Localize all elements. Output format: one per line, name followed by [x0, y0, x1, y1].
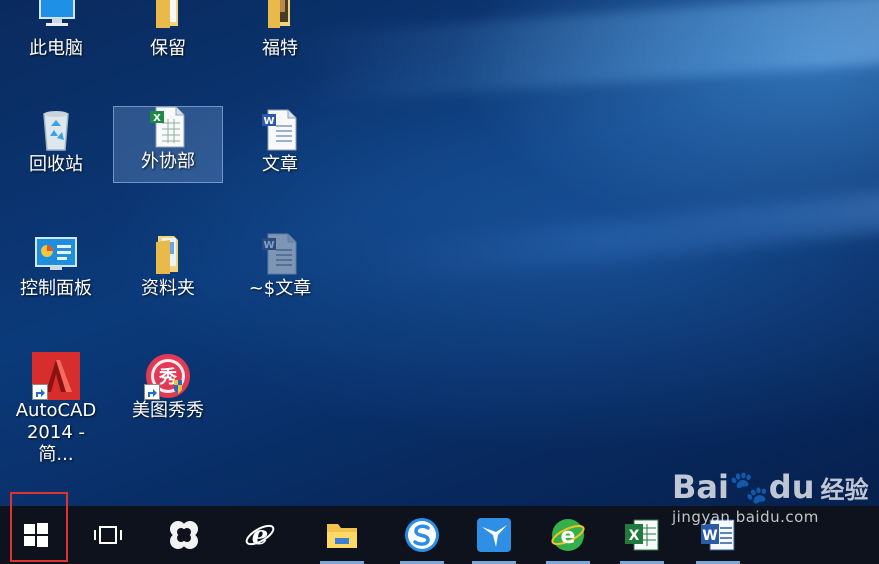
pinwheel-app-button[interactable] [156, 506, 212, 564]
excel-icon: X [625, 519, 659, 551]
folder-with-image-icon [256, 0, 304, 38]
watermark-title: 经验 [820, 476, 869, 504]
desktop-icon-wenzhang-word[interactable]: W 文章 [234, 106, 326, 176]
recycle-bin-icon [32, 106, 80, 154]
desktop-icon-label: 回收站 [29, 154, 83, 175]
baidu-jingyan-watermark: Bai🐾du 经验 jingyan.baidu.com [672, 468, 872, 548]
folder-icon [327, 524, 357, 548]
meitu-xiuxiu-icon: 秀 [144, 352, 192, 400]
svg-text:e: e [561, 524, 576, 549]
baidu-logo-text: Bai [672, 468, 729, 506]
desktop-icon-this-pc[interactable]: 此电脑 [10, 0, 102, 60]
desktop-icon-waixiebu-excel[interactable]: X 外协部 [113, 106, 223, 183]
desktop-icon-label: 美图秀秀 [132, 400, 204, 421]
computer-icon [32, 0, 80, 38]
svg-text:e: e [252, 521, 269, 551]
desktop-icon-fute-folder[interactable]: 福特 [234, 0, 326, 60]
desktop-icon-recycle-bin[interactable]: 回收站 [10, 106, 102, 176]
excel-button[interactable]: X [614, 506, 670, 564]
wallpaper-light-beam [298, 0, 879, 105]
desktop-icon-label: ~$文章 [248, 278, 312, 299]
desktop-icon-label: AutoCAD 2014 - 简... [15, 400, 97, 465]
sogou-s-icon [405, 518, 439, 552]
desktop-icon-control-panel[interactable]: 控制面板 [10, 230, 102, 300]
desktop-icon-label: 外协部 [141, 151, 195, 172]
folder-icon [144, 0, 192, 38]
shortcut-arrow-icon [144, 384, 160, 400]
svg-text:X: X [629, 528, 640, 544]
svg-text:W: W [263, 240, 274, 251]
watermark-url: jingyan.baidu.com [672, 508, 819, 526]
desktop-icon-baoliu-folder[interactable]: 保留 [122, 0, 214, 60]
baidu-logo-suffix: du [768, 468, 815, 506]
paw-icon: 🐾 [728, 468, 769, 506]
desktop-icon-label: 文章 [262, 154, 298, 175]
bird-icon [477, 518, 511, 552]
autocad-icon [32, 352, 80, 400]
360-browser-button[interactable]: e [540, 506, 596, 564]
control-panel-icon [32, 230, 80, 278]
ie-icon: e [245, 521, 275, 551]
folder-icon [144, 230, 192, 278]
desktop-icon-ziliaojia-folder[interactable]: 资料夹 [122, 230, 214, 300]
xunlei-button[interactable] [466, 506, 522, 564]
desktop-icon-temp-wenzhang[interactable]: W ~$文章 [234, 230, 326, 300]
desktop-icon-autocad[interactable]: AutoCAD 2014 - 简... [10, 352, 102, 466]
svg-text:X: X [153, 113, 161, 124]
shortcut-arrow-icon [32, 384, 48, 400]
start-button-highlight-box [10, 492, 68, 562]
word-file-icon: W [256, 106, 304, 154]
wallpaper-light-beam-lower [359, 183, 879, 287]
desktop-icon-label: 福特 [262, 38, 298, 59]
internet-explorer-button[interactable]: e [232, 506, 288, 564]
svg-text:W: W [263, 116, 274, 127]
pinwheel-icon [170, 521, 198, 549]
green-e-icon: e [551, 519, 585, 551]
desktop-icon-label: 资料夹 [141, 278, 195, 299]
desktop-icon-label: 此电脑 [29, 38, 83, 59]
desktop-icon-label: 保留 [150, 38, 186, 59]
desktop-icon-meitu[interactable]: 秀 美图秀秀 [122, 352, 214, 422]
task-view-icon [94, 526, 122, 544]
file-explorer-button[interactable] [314, 506, 370, 564]
word-file-hidden-icon: W [256, 230, 304, 278]
desktop-icon-label: 控制面板 [20, 278, 92, 299]
sogou-button[interactable] [394, 506, 450, 564]
task-view-button[interactable] [80, 506, 136, 564]
excel-file-icon: X [144, 103, 192, 151]
